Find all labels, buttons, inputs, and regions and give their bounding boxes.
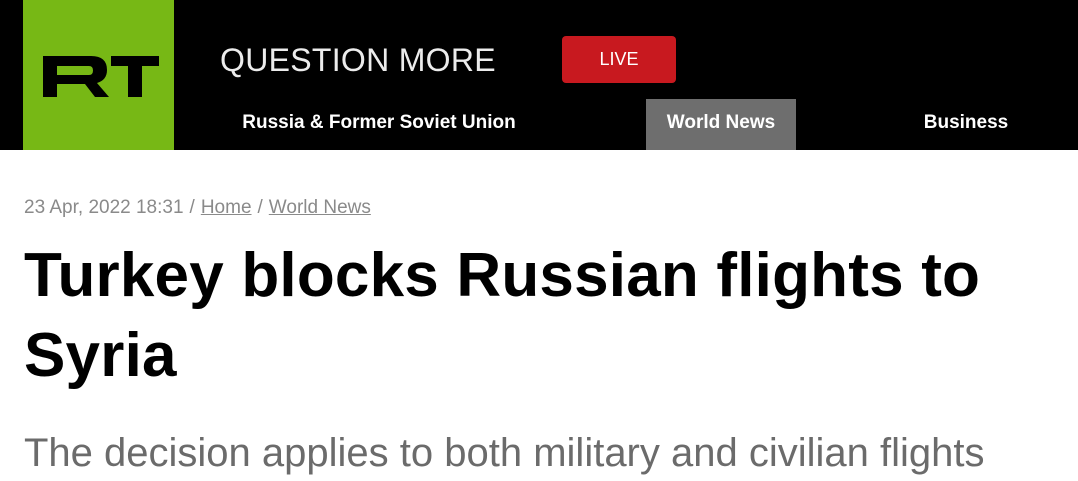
site-slogan: QUESTION MORE	[220, 42, 496, 78]
nav-item-business[interactable]: Business	[905, 99, 1027, 150]
rt-logo-mark	[23, 0, 174, 150]
article-date: 23 Apr, 2022 18:31	[24, 197, 184, 218]
breadcrumb-separator: /	[189, 197, 195, 218]
breadcrumb-separator: /	[257, 197, 263, 218]
live-button[interactable]: LIVE	[562, 36, 676, 83]
article-summary: The decision applies to both military an…	[24, 431, 985, 475]
breadcrumb-home-link[interactable]: Home	[201, 197, 252, 218]
article-title: Turkey blocks Russian flights to Syria	[24, 241, 981, 390]
breadcrumb: 23 Apr, 2022 18:31/Home / World News	[24, 196, 371, 220]
nav-item-world-news[interactable]: World News	[646, 99, 796, 150]
breadcrumb-world-news-link[interactable]: World News	[269, 197, 371, 218]
site-header: QUESTION MORE LIVE Russia & Former Sovie…	[0, 0, 1078, 150]
nav-item-russia-former-soviet-union[interactable]: Russia & Former Soviet Union	[230, 99, 528, 150]
rt-logo[interactable]	[23, 0, 174, 150]
